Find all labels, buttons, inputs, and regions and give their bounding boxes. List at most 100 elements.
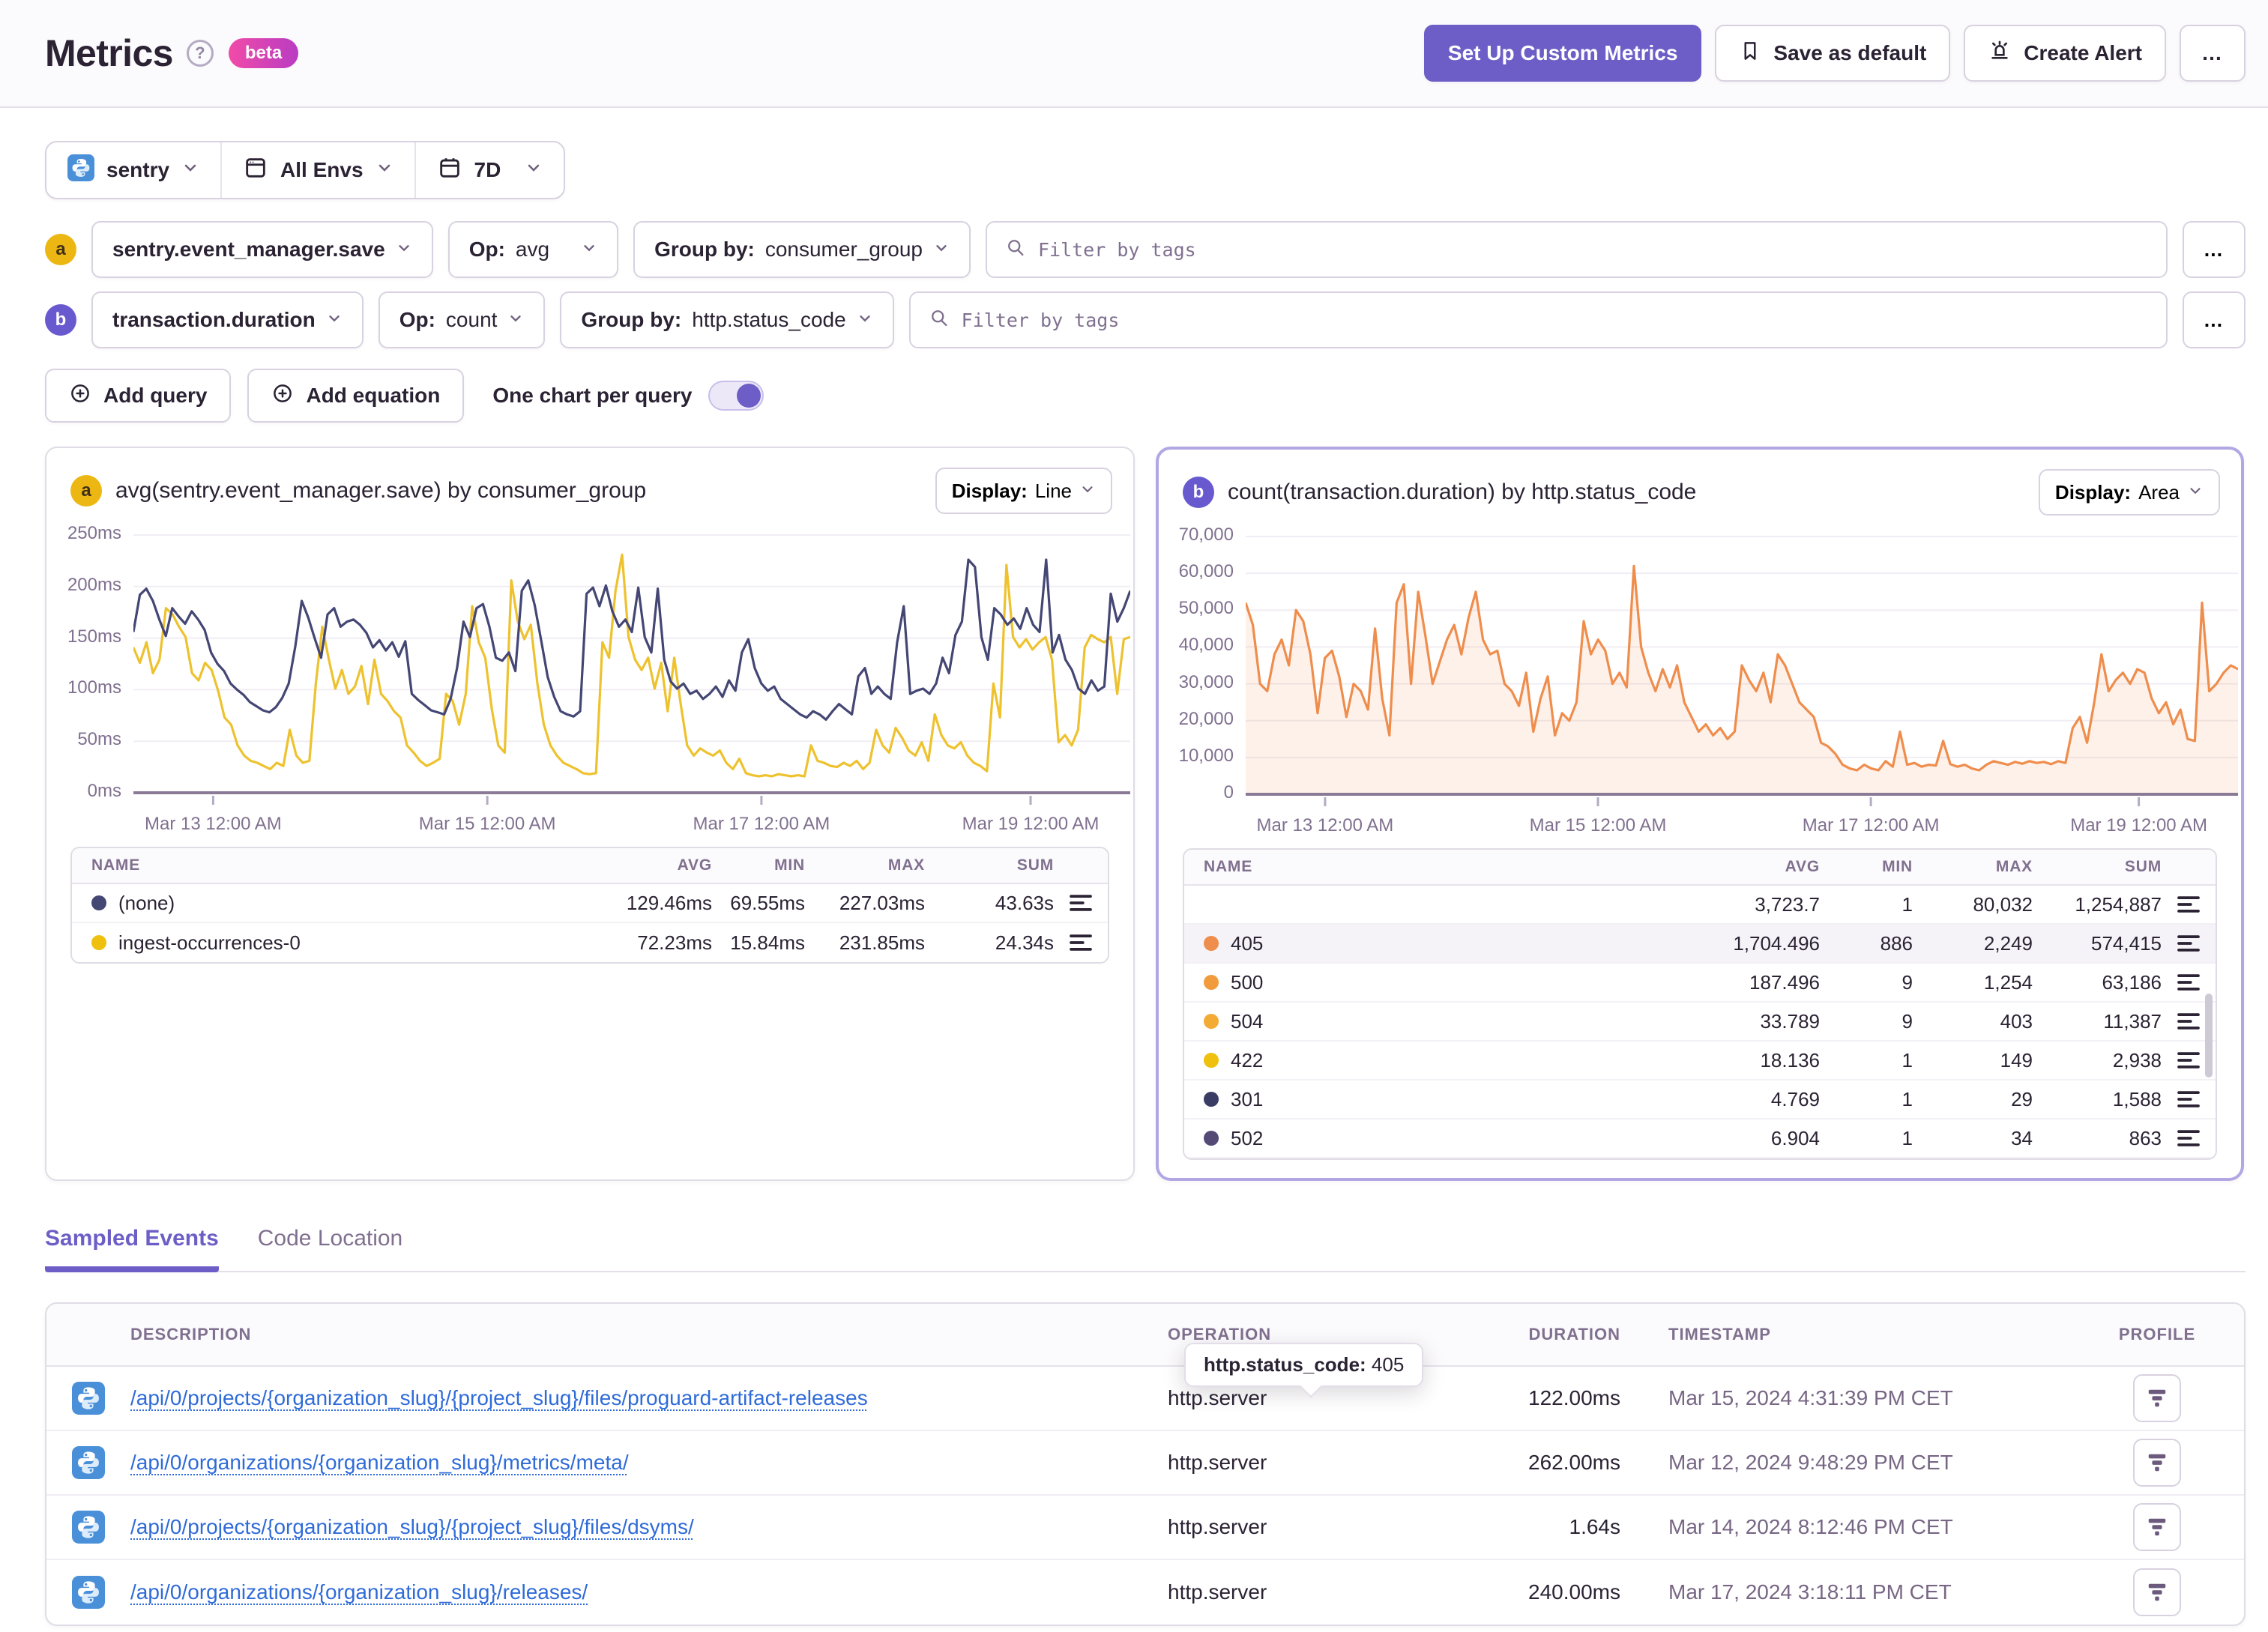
- series-stat: 24.34s: [995, 931, 1054, 954]
- create-alert-button[interactable]: Create Alert: [1964, 25, 2166, 82]
- legend-row[interactable]: 500 187.496 9 1,254 63,186: [1184, 964, 2216, 1003]
- legend-row[interactable]: 3,723.7 1 80,032 1,254,887: [1184, 886, 2216, 925]
- row-filter-icon[interactable]: [2162, 895, 2216, 914]
- series-name: 422: [1231, 1048, 1264, 1072]
- date-range-selector[interactable]: 7D: [414, 142, 564, 198]
- x-axis-tick-label: Mar 19 12:00 AM: [2070, 815, 2207, 833]
- series-stat: 33.789: [1760, 1009, 1820, 1033]
- tab-code-location[interactable]: Code Location: [258, 1226, 402, 1272]
- add-query-button[interactable]: Add query: [45, 369, 232, 423]
- event-description-link[interactable]: /api/0/projects/{organization_slug}/{pro…: [130, 1515, 694, 1538]
- python-project-icon: [46, 1446, 130, 1479]
- legend-column-avg[interactable]: AVG: [1677, 858, 1820, 876]
- legend-column-max[interactable]: MAX: [1913, 858, 2033, 876]
- event-description-link[interactable]: /api/0/organizations/{organization_slug}…: [130, 1580, 588, 1604]
- event-row: /api/0/organizations/{organization_slug}…: [46, 1560, 2244, 1625]
- legend-column-sum[interactable]: SUM: [2033, 858, 2162, 876]
- legend-row[interactable]: 405 1,704.496 886 2,249 574,415: [1184, 925, 2216, 964]
- series-stat: 129.46ms: [626, 891, 712, 914]
- x-axis-tick-label: Mar 15 12:00 AM: [1529, 815, 1667, 833]
- metric-select[interactable]: sentry.event_manager.save: [91, 221, 433, 278]
- legend-header: NAME AVG MIN MAX SUM: [1184, 850, 2216, 886]
- column-profile: PROFILE: [2118, 1325, 2196, 1344]
- metric-select[interactable]: transaction.duration: [91, 291, 364, 348]
- area-chart[interactable]: 0 10,000 20,000 30,000 40,000 50,000 60,000 70,…: [1159, 528, 2238, 833]
- legend-row[interactable]: 301 4.769 1 29 1,588: [1184, 1081, 2216, 1119]
- x-axis-tick-label: Mar 17 12:00 AM: [1802, 815, 1940, 833]
- series-stat: 80,032: [1973, 892, 2033, 916]
- filter-by-tags-input[interactable]: Filter by tags: [985, 221, 2168, 278]
- row-filter-icon[interactable]: [2162, 1128, 2216, 1148]
- display-type-select[interactable]: Display: Line: [935, 468, 1112, 514]
- profile-button[interactable]: [2133, 1374, 2181, 1422]
- add-equation-button[interactable]: Add equation: [247, 369, 465, 423]
- save-as-default-button[interactable]: Save as default: [1715, 25, 1951, 82]
- op-select[interactable]: Op: count: [378, 291, 546, 348]
- project-selector[interactable]: sentry: [46, 142, 220, 198]
- header-more-button[interactable]: …: [2180, 25, 2246, 82]
- y-axis-tick-label: 70,000: [1178, 528, 1234, 545]
- profile-button[interactable]: [2133, 1439, 2181, 1487]
- event-description-link[interactable]: /api/0/organizations/{organization_slug}…: [130, 1451, 629, 1474]
- scope-bar: sentry All Envs 7D: [45, 141, 566, 199]
- legend-scrollbar[interactable]: [2205, 994, 2213, 1078]
- query-a-more-button[interactable]: …: [2183, 221, 2246, 278]
- event-description-link[interactable]: /api/0/projects/{organization_slug}/{pro…: [130, 1386, 868, 1409]
- legend-row[interactable]: (none) 129.46ms 69.55ms 227.03ms 43.63s: [72, 884, 1108, 923]
- date-range-value: 7D: [474, 158, 501, 181]
- profile-button[interactable]: [2133, 1503, 2181, 1551]
- one-chart-per-query-toggle[interactable]: [708, 381, 764, 411]
- legend-row[interactable]: 504 33.789 9 403 11,387: [1184, 1003, 2216, 1042]
- series-stat: 11,387: [2103, 1009, 2162, 1033]
- legend-column-sum[interactable]: SUM: [925, 856, 1054, 874]
- help-icon[interactable]: ?: [186, 40, 214, 67]
- row-filter-icon[interactable]: [2162, 973, 2216, 992]
- event-row: /api/0/projects/{organization_slug}/{pro…: [46, 1496, 2244, 1560]
- op-select[interactable]: Op: avg: [447, 221, 619, 278]
- series-color-dot: [1204, 975, 1219, 990]
- legend-row[interactable]: ingest-occurrences-0 72.23ms 15.84ms 231.85…: [72, 923, 1108, 962]
- series-name: 301: [1231, 1087, 1264, 1110]
- legend-column-avg[interactable]: AVG: [570, 856, 712, 874]
- row-filter-icon[interactable]: [1054, 893, 1108, 913]
- column-operation: OPERATION: [1168, 1325, 1272, 1344]
- bookmark-icon: [1739, 40, 1761, 67]
- setup-custom-metrics-button[interactable]: Set Up Custom Metrics: [1423, 25, 1702, 82]
- legend-column-min[interactable]: MIN: [1820, 858, 1913, 876]
- plus-circle-icon: [69, 382, 91, 410]
- row-filter-icon[interactable]: [2162, 934, 2216, 953]
- legend-row[interactable]: 502 6.904 1 34 863: [1184, 1119, 2216, 1158]
- chevron-down-icon: [181, 158, 199, 182]
- series-name: 405: [1231, 931, 1264, 955]
- profile-button[interactable]: [2133, 1568, 2181, 1616]
- series-stat: 72.23ms: [637, 931, 712, 954]
- chevron-down-icon: [326, 308, 343, 332]
- filter-by-tags-input[interactable]: Filter by tags: [908, 291, 2168, 348]
- beta-badge: beta: [228, 38, 299, 68]
- environment-selector[interactable]: All Envs: [220, 142, 414, 198]
- series-stat: 231.85ms: [839, 931, 925, 954]
- legend-row[interactable]: 422 18.136 1 149 2,938: [1184, 1042, 2216, 1081]
- series-color-dot: [1204, 1014, 1219, 1029]
- line-chart[interactable]: 0ms 50ms 100ms 150ms 200ms 250ms Mar 13 12:00 …: [46, 526, 1130, 832]
- row-filter-icon[interactable]: [1054, 933, 1108, 952]
- chart-title: count(transaction.duration) by http.stat…: [1228, 480, 1697, 504]
- charts-row: a avg(sentry.event_manager.save) by cons…: [45, 447, 2246, 1387]
- display-type-select[interactable]: Display: Area: [2038, 469, 2220, 516]
- group-by-select[interactable]: Group by: consumer_group: [633, 221, 971, 278]
- legend-column-min[interactable]: MIN: [712, 856, 805, 874]
- legend-column-max[interactable]: MAX: [805, 856, 925, 874]
- series-stat: 1,254,887: [2075, 892, 2162, 916]
- chevron-down-icon: [581, 238, 597, 262]
- legend-column-name[interactable]: NAME: [72, 856, 570, 874]
- python-project-icon: [46, 1511, 130, 1544]
- row-filter-icon[interactable]: [2162, 1089, 2216, 1109]
- series-stat: 1,588: [2112, 1087, 2162, 1110]
- tab-sampled-events[interactable]: Sampled Events: [45, 1226, 219, 1272]
- event-operation: http.server: [1168, 1515, 1267, 1538]
- legend-column-name[interactable]: NAME: [1184, 858, 1677, 876]
- chevron-down-icon: [2187, 481, 2204, 504]
- query-b-more-button[interactable]: …: [2183, 291, 2246, 348]
- series-stat: 69.55ms: [730, 891, 805, 914]
- group-by-select[interactable]: Group by: http.status_code: [560, 291, 894, 348]
